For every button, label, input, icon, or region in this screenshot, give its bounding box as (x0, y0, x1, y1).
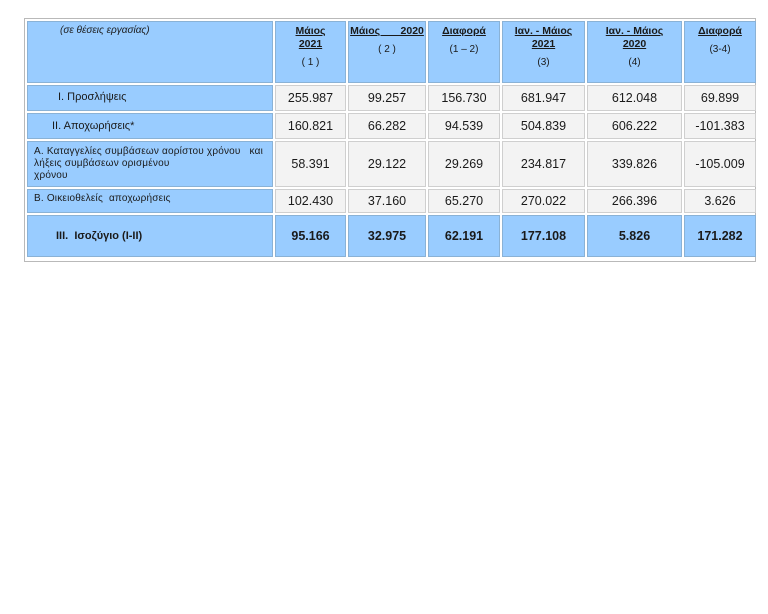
table-cell: 66.282 (348, 113, 426, 139)
table-cell: 99.257 (348, 85, 426, 111)
table-cell: 69.899 (684, 85, 756, 111)
table-cell: 270.022 (502, 189, 585, 213)
table-cell: 156.730 (428, 85, 500, 111)
table-cell: -101.383 (684, 113, 756, 139)
balance-row: ΙΙΙ. Ισοζύγιο (Ι-ΙΙ) 95.166 32.975 62.19… (27, 215, 756, 257)
table-cell: -105.009 (684, 141, 756, 187)
table-cell: 339.826 (587, 141, 682, 187)
table-cell: 29.122 (348, 141, 426, 187)
table-cell: 606.222 (587, 113, 682, 139)
table-cell: 160.821 (275, 113, 346, 139)
table-cell: 255.987 (275, 85, 346, 111)
table-cell: 94.539 (428, 113, 500, 139)
table-cell: 32.975 (348, 215, 426, 257)
table-cell: 177.108 (502, 215, 585, 257)
column-header: Ιαν. - Μάιος 2020 (4) (587, 21, 682, 83)
table-row: ΙΙ. Αποχωρήσεις* 160.821 66.282 94.539 5… (27, 113, 756, 139)
table-cell: 234.817 (502, 141, 585, 187)
table-row: Α. Καταγγελίες συμβάσεων αορίστου χρόνου… (27, 141, 756, 187)
table-cell: 504.839 (502, 113, 585, 139)
table-cell: 65.270 (428, 189, 500, 213)
table-cell: 58.391 (275, 141, 346, 187)
column-header: Μάιος 2020 ( 2 ) (348, 21, 426, 83)
unit-note: (σε θέσεις εργασίας) (27, 21, 273, 83)
row-label: Ι. Προσλήψεις (27, 85, 273, 111)
row-label: Α. Καταγγελίες συμβάσεων αορίστου χρόνου… (27, 141, 273, 187)
table-cell: 102.430 (275, 189, 346, 213)
table-cell: 612.048 (587, 85, 682, 111)
table-header-row: (σε θέσεις εργασίας) Μάιος 2021 ( 1 ) Μά… (27, 21, 756, 83)
table-row: Ι. Προσλήψεις 255.987 99.257 156.730 681… (27, 85, 756, 111)
table-cell: 5.826 (587, 215, 682, 257)
table-cell: 266.396 (587, 189, 682, 213)
column-header: Διαφορά (1 – 2) (428, 21, 500, 83)
table-row: Β. Οικειοθελείς αποχωρήσεις 102.430 37.1… (27, 189, 756, 213)
column-header: Μάιος 2021 ( 1 ) (275, 21, 346, 83)
table-cell: 171.282 (684, 215, 756, 257)
row-label: ΙΙ. Αποχωρήσεις* (27, 113, 273, 139)
table-cell: 37.160 (348, 189, 426, 213)
row-label: Β. Οικειοθελείς αποχωρήσεις (27, 189, 273, 213)
table-cell: 3.626 (684, 189, 756, 213)
table-cell: 29.269 (428, 141, 500, 187)
row-label: ΙΙΙ. Ισοζύγιο (Ι-ΙΙ) (27, 215, 273, 257)
column-header: Διαφορά (3-4) (684, 21, 756, 83)
labour-flows-table: (σε θέσεις εργασίας) Μάιος 2021 ( 1 ) Μά… (24, 18, 756, 262)
table-cell: 95.166 (275, 215, 346, 257)
table-cell: 62.191 (428, 215, 500, 257)
table-cell: 681.947 (502, 85, 585, 111)
column-header: Ιαν. - Μάιος 2021 (3) (502, 21, 585, 83)
